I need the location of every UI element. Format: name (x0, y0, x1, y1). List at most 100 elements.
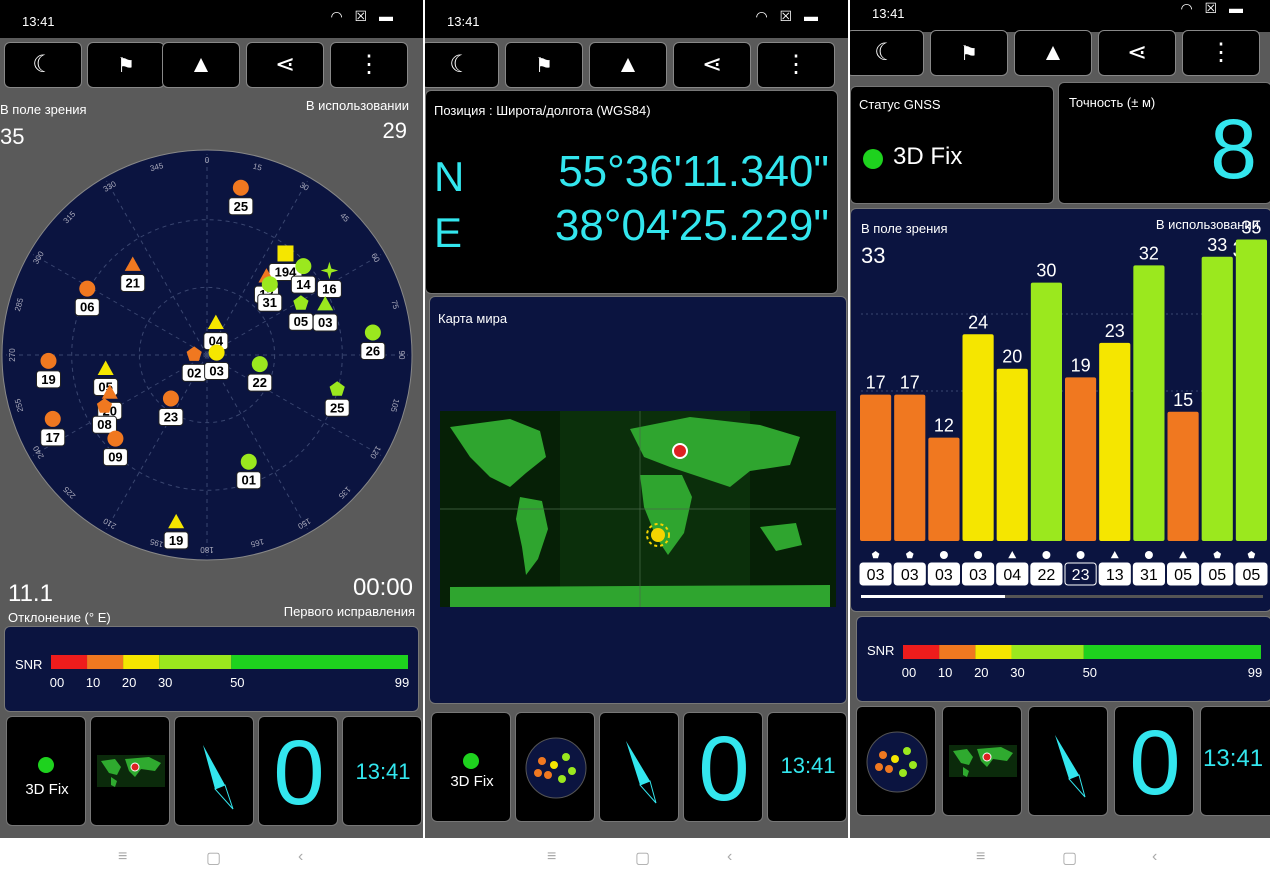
signal-value-label: 30 (1036, 261, 1056, 281)
location-marker-icon (672, 443, 688, 459)
satellite-id: 05 (1243, 567, 1261, 584)
clock-tile[interactable]: 13:41 (1200, 706, 1270, 816)
menu-nav-icon[interactable]: ≡ (547, 848, 556, 866)
more-button[interactable]: ⋮ (330, 42, 408, 88)
sky-tile[interactable] (856, 706, 936, 816)
constellation-marker (939, 551, 948, 559)
status-time: 13:41 (872, 6, 905, 21)
back-nav-icon[interactable]: ‹ (298, 848, 303, 866)
snr-tick-label: 00 (902, 665, 916, 680)
menu-nav-icon[interactable]: ≡ (976, 848, 985, 866)
night-mode-button[interactable]: ☾ (850, 30, 924, 76)
satellite-id: 31 (263, 295, 277, 310)
screen-sky-view: 13:41 ◠ ☒ ▬ ☾ ⚑ ▲ ⋖ ⋮ В поле зрения 35 В… (0, 0, 423, 838)
moon-icon: ☾ (874, 39, 896, 66)
home-nav-icon[interactable]: ▢ (206, 848, 221, 868)
snr-tick-label: 20 (122, 675, 136, 690)
speed-tile[interactable]: 0 (683, 712, 763, 822)
satellite-id: 06 (80, 300, 94, 315)
home-nav-icon[interactable]: ▢ (635, 848, 650, 868)
more-button[interactable]: ⋮ (757, 42, 835, 88)
accuracy-label: Точность (± м) (1069, 95, 1156, 110)
speed-value: 0 (1129, 712, 1181, 814)
speed-value: 0 (698, 718, 750, 820)
night-mode-button[interactable]: ☾ (425, 42, 499, 88)
accuracy-card[interactable]: Точность (± м) 8 (1058, 82, 1270, 204)
sky-tile[interactable] (515, 712, 595, 822)
speed-tile[interactable]: 0 (1114, 706, 1194, 816)
clock-tile[interactable]: 13:41 (342, 716, 422, 826)
status-button[interactable]: ⚑ (505, 42, 583, 88)
snr-tick-label: 30 (1010, 665, 1024, 680)
share-button[interactable]: ⋖ (1098, 30, 1176, 76)
signal-bar (928, 437, 960, 541)
sky-plot[interactable]: 0153045607590105120135150165180195210225… (0, 145, 423, 585)
world-map-card[interactable]: Карта мира (429, 296, 847, 704)
satellite-marker (251, 356, 268, 373)
snr-segment (159, 655, 232, 669)
position-card[interactable]: Позиция : Широта/долгота (WGS84) N 55°36… (425, 90, 838, 294)
satellite-id: 19 (41, 372, 55, 387)
moon-icon: ☾ (449, 51, 471, 78)
signal-bar (962, 334, 994, 541)
signal-bar (1167, 411, 1199, 541)
speed-tile[interactable]: 0 (258, 716, 338, 826)
compass-button[interactable]: ▲ (1014, 30, 1092, 76)
constellation-marker (1213, 551, 1222, 559)
clock-tile[interactable]: 13:41 (767, 712, 847, 822)
status-button[interactable]: ⚑ (87, 42, 165, 88)
snr-tick-label: 10 (86, 675, 100, 690)
nav-bar: ≡ ▢ ‹ (425, 848, 848, 870)
share-button[interactable]: ⋖ (246, 42, 324, 88)
satellite-id: 25 (330, 400, 344, 415)
gnss-status-label: Статус GNSS (859, 97, 941, 112)
satellite-id: 05 (1174, 567, 1192, 584)
share-icon: ⋖ (274, 51, 296, 78)
constellation-marker (1110, 551, 1119, 559)
compass-tile[interactable] (599, 712, 679, 822)
gnss-status-dot (863, 149, 883, 169)
snr-tick-label: 50 (230, 675, 244, 690)
world-map-tile[interactable] (942, 706, 1022, 816)
in-use-value: 29 (382, 118, 407, 143)
fix-tile[interactable]: 3D Fix (431, 712, 511, 822)
status-button[interactable]: ⚑ (930, 30, 1008, 76)
satellite-id: 03 (935, 567, 953, 584)
compass-button[interactable]: ▲ (162, 42, 240, 88)
signal-value-label: 17 (900, 373, 920, 393)
toolbar: ☾ ⚑ ▲ ⋖ ⋮ (425, 42, 848, 90)
satellite-id: 03 (867, 567, 885, 584)
more-button[interactable]: ⋮ (1182, 30, 1260, 76)
bottom-bar: 3D Fix 0 13:41 (425, 712, 848, 822)
compass-tile[interactable] (1028, 706, 1108, 816)
satellite-id: 03 (969, 567, 987, 584)
fix-status-label: 3D Fix (25, 781, 69, 798)
signal-value-label: 23 (1105, 321, 1125, 341)
world-map-tile[interactable] (90, 716, 170, 826)
satellite-id: 03 (318, 315, 332, 330)
satellite-marker (162, 390, 179, 407)
world-map[interactable] (430, 297, 847, 704)
ttff-value: 00:00 (352, 574, 413, 601)
signal-bar (996, 368, 1028, 541)
position-label: Позиция : Широта/долгота (WGS84) (434, 103, 651, 118)
back-nav-icon[interactable]: ‹ (1152, 848, 1157, 866)
signal-card[interactable]: В поле зрения 33 В использовании 32 1703… (850, 208, 1270, 612)
constellation-marker (1179, 551, 1188, 559)
home-nav-icon[interactable]: ▢ (1062, 848, 1077, 868)
night-mode-button[interactable]: ☾ (4, 42, 82, 88)
clock-value: 13:41 (1203, 745, 1264, 772)
snr-segment (939, 645, 976, 659)
lat-value: 55°36'11.340" (558, 147, 829, 196)
in-view-label: В поле зрения (0, 102, 87, 117)
back-nav-icon[interactable]: ‹ (727, 848, 732, 866)
azimuth-label: 90 (397, 351, 406, 360)
compass-tile[interactable] (174, 716, 254, 826)
share-button[interactable]: ⋖ (673, 42, 751, 88)
gnss-status-card[interactable]: Статус GNSS 3D Fix (850, 86, 1054, 204)
snr-segment (975, 645, 1012, 659)
menu-nav-icon[interactable]: ≡ (118, 848, 127, 866)
compass-button[interactable]: ▲ (589, 42, 667, 88)
fix-tile[interactable]: 3D Fix (6, 716, 86, 826)
scroll-thumb (861, 595, 1005, 598)
